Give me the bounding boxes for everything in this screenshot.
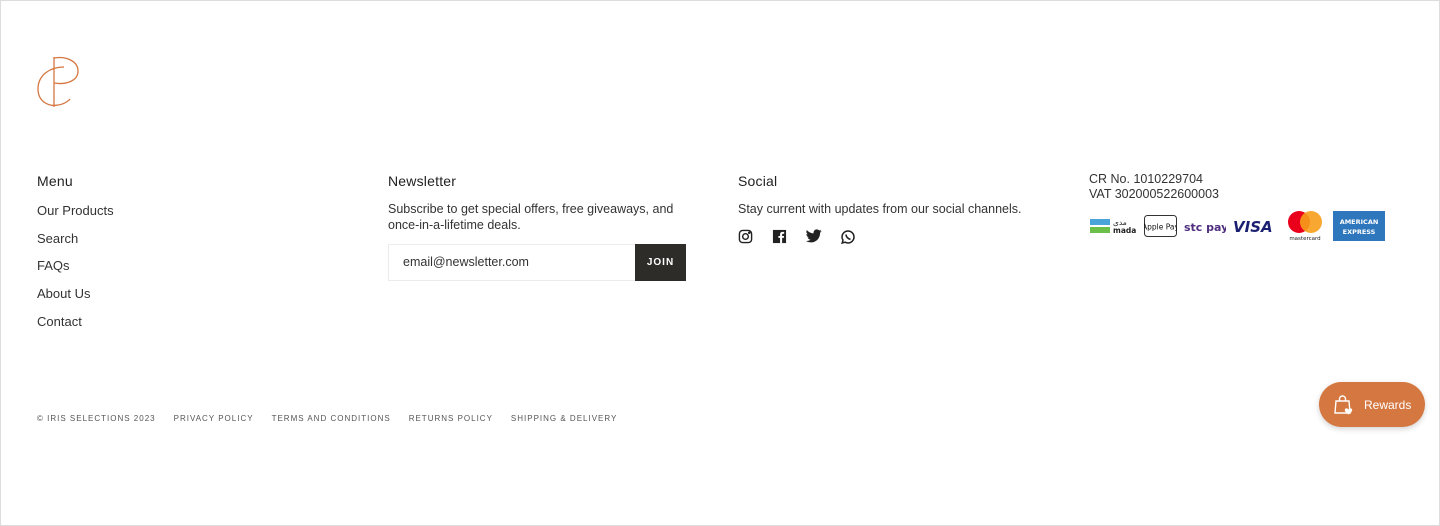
- apple-pay-label: Apple Pay: [1144, 223, 1177, 232]
- social-description: Stay current with updates from our socia…: [738, 202, 1022, 216]
- newsletter-join-button[interactable]: JOIN: [635, 244, 686, 281]
- menu-heading: Menu: [37, 173, 73, 189]
- menu-link-about-us[interactable]: About Us: [37, 285, 337, 302]
- newsletter-email-input[interactable]: email@newsletter.com: [388, 244, 635, 281]
- returns-policy-link[interactable]: RETURNS POLICY: [409, 414, 493, 423]
- footer-newsletter: Newsletter Subscribe to get special offe…: [388, 172, 688, 281]
- stc-pay-label: stc pay: [1184, 221, 1226, 234]
- svg-text:AMERICAN: AMERICAN: [1340, 218, 1379, 226]
- vat-number: VAT 302000522600003: [1089, 187, 1219, 201]
- social-heading: Social: [738, 173, 778, 189]
- amex-logo-icon: AMERICAN EXPRESS: [1333, 211, 1385, 245]
- copyright-text: © IRIS SELECTIONS 2023: [37, 414, 156, 423]
- shipping-delivery-link[interactable]: SHIPPING & DELIVERY: [511, 414, 617, 423]
- footer-bottom-links: © IRIS SELECTIONS 2023 PRIVACY POLICY TE…: [37, 414, 617, 423]
- whatsapp-icon[interactable]: [840, 229, 857, 246]
- menu-link-contact[interactable]: Contact: [37, 313, 337, 330]
- newsletter-form: email@newsletter.com JOIN: [388, 244, 686, 281]
- brand-logo-icon[interactable]: [36, 55, 82, 109]
- svg-text:EXPRESS: EXPRESS: [1343, 228, 1376, 236]
- social-icons: [738, 229, 1058, 246]
- twitter-icon[interactable]: [805, 229, 823, 246]
- menu-link-search[interactable]: Search: [37, 230, 337, 247]
- footer-menu: Menu Our Products Search FAQs About Us C…: [37, 172, 337, 340]
- newsletter-heading: Newsletter: [388, 173, 457, 189]
- stc-pay-logo-icon: stc pay: [1184, 216, 1228, 240]
- shopping-bag-heart-icon: [1333, 394, 1355, 416]
- visa-logo-icon: VISA: [1233, 216, 1277, 240]
- mada-label: mada: [1113, 226, 1136, 235]
- apple-pay-logo-icon: Apple Pay: [1142, 215, 1180, 241]
- newsletter-description: Subscribe to get special offers, free gi…: [388, 202, 674, 232]
- instagram-icon[interactable]: [738, 229, 755, 246]
- terms-and-conditions-link[interactable]: TERMS AND CONDITIONS: [272, 414, 391, 423]
- privacy-policy-link[interactable]: PRIVACY POLICY: [174, 414, 254, 423]
- mastercard-logo-icon: mastercard: [1284, 210, 1326, 246]
- facebook-icon[interactable]: [772, 229, 789, 246]
- visa-label: VISA: [1233, 218, 1273, 236]
- mastercard-label: mastercard: [1289, 236, 1320, 242]
- rewards-label: Rewards: [1364, 397, 1412, 412]
- payment-methods: مدى mada Apple Pay stc pay VISA masterca…: [1089, 210, 1399, 246]
- menu-link-our-products[interactable]: Our Products: [37, 202, 337, 219]
- cr-number: CR No. 1010229704: [1089, 172, 1203, 186]
- rewards-button[interactable]: Rewards: [1319, 382, 1425, 427]
- menu-link-faqs[interactable]: FAQs: [37, 257, 337, 274]
- mada-logo-icon: مدى mada: [1089, 216, 1137, 240]
- footer-social: Social Stay current with updates from ou…: [738, 172, 1058, 246]
- footer-legal: CR No. 1010229704 VAT 302000522600003 مد…: [1089, 172, 1399, 246]
